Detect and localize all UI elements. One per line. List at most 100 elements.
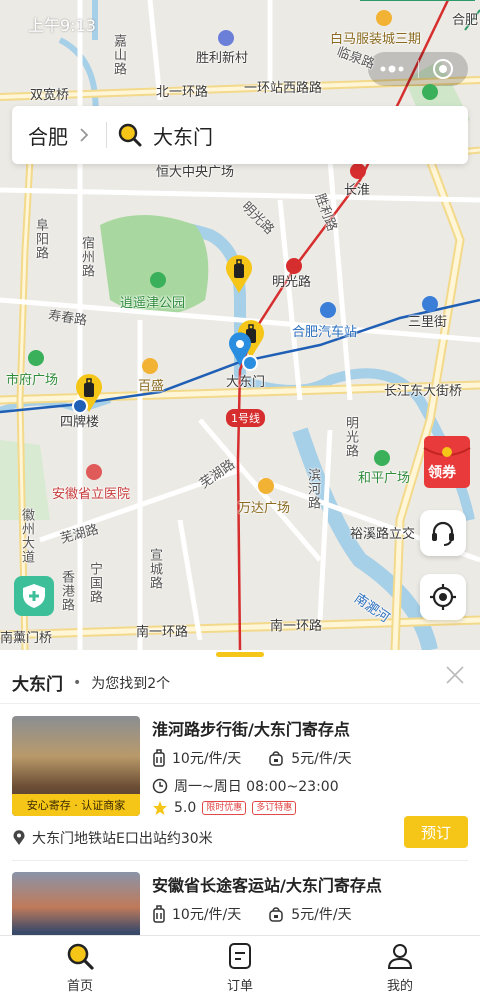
card-title: 淮河路步行街/大东门寄存点	[152, 720, 350, 739]
large-luggage-icon-2	[153, 905, 165, 923]
panel-subtitle: 为您找到2个	[91, 675, 171, 692]
tab-home[interactable]: 首页	[0, 936, 160, 999]
coupon-button[interactable]: 领券	[422, 432, 472, 490]
mini-program-capsule[interactable]	[368, 52, 468, 86]
plaza-poi-icon	[28, 350, 44, 366]
promo-tag: 限时优惠	[202, 801, 247, 815]
map-label-hefei-bus-station: 合肥汽车站	[292, 325, 358, 340]
map-label-mingguang-road-c: 明光路	[343, 416, 358, 458]
location-row: 大东门地铁站E口出站约30米	[12, 828, 213, 848]
map-label-yuxi-road: 裕溪路立交	[350, 527, 416, 542]
large-luggage-icon	[153, 749, 165, 767]
map-label-nanyihuan-road-b: 南一环路	[270, 619, 323, 634]
shield-icon	[23, 584, 45, 608]
map-label-yihuanzhan-road: 一环站西路路	[244, 81, 323, 96]
map-label-nanmen: 南薰门桥	[0, 631, 53, 646]
mall-poi-icon	[142, 358, 158, 374]
close-capsule-icon[interactable]	[419, 52, 467, 86]
metro-station-icon-2	[286, 258, 302, 274]
location-pin-icon	[13, 830, 25, 845]
storage-photo-2	[12, 872, 140, 935]
luggage-marker-icon[interactable]	[224, 255, 254, 295]
map-label-binhe-road: 滨河路	[305, 468, 320, 510]
map-label-wanda-plaza: 万达广场	[238, 501, 291, 516]
rating-value: 5.0	[174, 800, 197, 816]
tab-orders-label: 订单	[226, 979, 253, 994]
panel-drag-handle[interactable]	[216, 652, 264, 657]
metro-station-icon	[422, 296, 438, 312]
park-poi-icon-2	[150, 272, 166, 288]
small-bag-icon	[269, 751, 283, 766]
panel-header: 大东门 • 为您找到2个	[12, 670, 171, 696]
locate-button[interactable]	[420, 574, 466, 620]
tab-profile[interactable]: 我的	[320, 936, 480, 999]
map-label-xianggang-road: 香港路	[59, 570, 74, 612]
tab-home-label: 首页	[66, 979, 93, 994]
card-divider	[12, 860, 468, 861]
hospital-poi-icon	[86, 464, 102, 480]
map-label-shengli-xincun: 胜利新村	[196, 51, 249, 66]
metro-station-icon-3	[350, 163, 366, 179]
search-divider	[106, 122, 107, 148]
map-label-dadongmen: 大东门	[226, 375, 266, 390]
safety-button[interactable]	[14, 576, 54, 616]
results-panel: 大东门 • 为您找到2个 安心寄存 · 认证商家 淮河路步行街/大东门寄存点 1…	[0, 650, 480, 935]
city-selector[interactable]: 合肥	[28, 121, 68, 150]
crosshair-icon	[430, 584, 456, 610]
tab-profile-label: 我的	[386, 979, 413, 994]
hours-row: 周一~周日 08:00~23:00	[152, 776, 339, 796]
storage-card-2[interactable]: 安徽省长途客运站/大东门寄存点 10元/件/天 5元/件/天	[12, 872, 468, 935]
map-label-anhui-hospital: 安徽省立医院	[52, 487, 131, 502]
price-row-2: 10元/件/天 5元/件/天	[152, 904, 352, 924]
search-icon	[118, 123, 142, 147]
map-label-sipailou: 四牌楼	[60, 415, 100, 430]
map-view[interactable]: 上午9:13 嘉山路 胜利新村 白马服装城三期 合肥 临泉路 双宽桥 北一环路 …	[0, 0, 480, 650]
price-small-2: 5元/件/天	[291, 907, 352, 923]
park-poi-icon-3	[374, 450, 390, 466]
metro-line-badge: 1号线	[226, 409, 265, 427]
header-divider	[0, 703, 480, 704]
map-label-ningguo-road: 宁国路	[87, 562, 102, 604]
price-row: 10元/件/天 5元/件/天	[152, 748, 352, 768]
tab-orders[interactable]: 订单	[160, 936, 320, 999]
map-label-shuangkuan-bridge: 双宽桥	[30, 88, 70, 103]
opening-hours: 周一~周日 08:00~23:00	[174, 779, 339, 795]
chevron-right-icon[interactable]	[74, 125, 94, 145]
star-icon	[153, 801, 167, 815]
card-title-2: 安徽省长途客运站/大东门寄存点	[152, 876, 382, 895]
price-large-2: 10元/件/天	[172, 907, 242, 923]
map-label-beiyihuan-road: 北一环路	[156, 85, 209, 100]
park-poi-icon	[422, 84, 438, 100]
location-distance: 大东门地铁站E口出站约30米	[32, 831, 213, 847]
book-button[interactable]: 预订	[404, 816, 468, 848]
price-small: 5元/件/天	[291, 751, 352, 767]
bus-station-icon	[320, 302, 336, 318]
clock-icon	[152, 778, 168, 794]
bottom-tab-bar: 首页 订单 我的	[0, 935, 480, 999]
header-separator-dot: •	[73, 674, 82, 691]
mall-poi-icon-2	[258, 478, 274, 494]
profile-icon	[387, 944, 413, 969]
headset-icon	[432, 521, 454, 546]
search-input[interactable]: 大东门	[153, 121, 213, 150]
search-icon	[67, 943, 94, 970]
search-bar[interactable]: 合肥 大东门	[12, 106, 468, 164]
map-label-xuancheng-road: 宣城路	[147, 548, 162, 590]
customer-service-button[interactable]	[420, 510, 466, 556]
map-label-huizhou-avenue: 徽州大道	[19, 508, 34, 564]
map-label-baisheng: 百盛	[138, 379, 165, 394]
shopping-poi-icon	[376, 10, 392, 26]
map-label-changhuai: 长淮	[344, 183, 371, 198]
dadongmen-station-icon	[242, 355, 258, 371]
storage-photo: 安心寄存 · 认证商家	[12, 716, 140, 816]
map-label-baima: 白马服装城三期	[330, 32, 422, 47]
rating-row: 5.0 限时优惠 多订特惠	[152, 800, 297, 816]
small-bag-icon-2	[269, 907, 283, 922]
storage-card[interactable]: 安心寄存 · 认证商家 淮河路步行街/大东门寄存点 10元/件/天 5元/件/天…	[12, 716, 468, 856]
coupon-label: 领券	[428, 465, 456, 481]
close-icon[interactable]	[444, 664, 466, 686]
order-icon	[229, 943, 251, 969]
promo-tag-2: 多订特惠	[252, 801, 297, 815]
map-label-xiaoyaojin-park: 逍遥津公园	[120, 296, 186, 311]
map-label-heping-plaza: 和平广场	[358, 471, 411, 486]
